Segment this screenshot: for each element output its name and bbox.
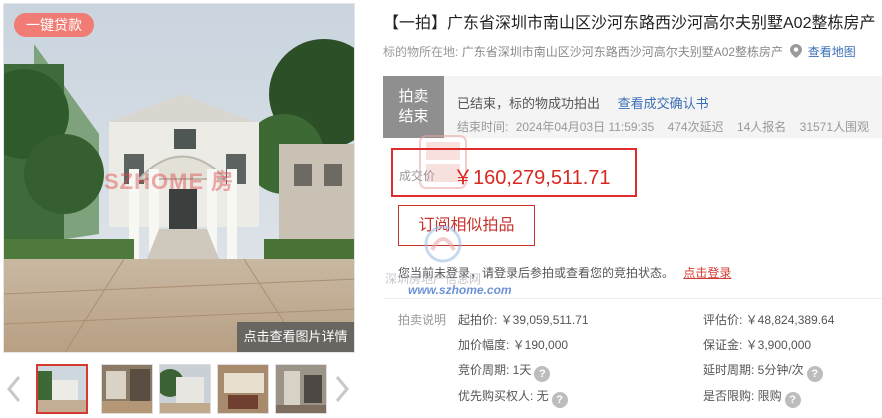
thumbnail-image [276,365,326,413]
thumbnail-3[interactable] [159,364,211,414]
main-photo[interactable]: SZHOME 房 一键贷款 点击查看图片详情 [3,3,355,353]
loan-badge[interactable]: 一键贷款 [14,13,94,37]
thumbnail-4[interactable] [217,364,269,414]
delay-count: 474次延迟 [667,120,724,134]
status-badge: 拍卖 结束 [383,76,444,138]
final-price-box: 成交价 ￥160,279,511.71 [391,148,637,197]
subscribe-similar-button[interactable]: 订阅相似拍品 [398,205,535,246]
deposit: 保证金: ￥3,900,000 [703,338,812,352]
purchase-restriction-row: 是否限购: 限购? [703,387,801,408]
status-text: 已结束，标的物成功拍出 [457,96,601,111]
thumbnail-image [102,365,152,413]
login-link[interactable]: 点击登录 [683,266,731,280]
auction-info-label: 拍卖说明 [398,313,447,327]
location-label: 标的物所在地: [383,45,459,59]
view-count: 31571人围观 [799,120,870,134]
map-pin-icon [790,44,803,58]
final-price-value: ￥160,279,511.71 [453,167,611,189]
priority-buyer: 优先购买权人: 无 [458,389,549,403]
end-time-label: 结束时间: [457,120,509,134]
location-address: 广东省深圳市南山区沙河东路西沙河高尔夫别墅A02整栋房产 [461,45,784,59]
watermark-url: www.szhome.com [408,283,512,297]
bidding-period: 竞价周期: 1天 [458,363,532,377]
signup-count: 14人报名 [736,120,787,134]
help-icon[interactable]: ? [534,366,551,382]
view-map-link[interactable]: 查看地图 [808,45,856,59]
bidding-period-row: 竞价周期: 1天? [458,361,551,382]
auction-status-panel: 拍卖 结束 已结束，标的物成功拍出 查看成交确认书 结束时间: 2024年04月… [383,76,882,138]
status-text-line: 已结束，标的物成功拍出 查看成交确认书 [457,93,709,112]
purchase-restricted: 是否限购: 限购 [703,389,782,403]
status-tag-line1: 拍卖 [398,88,429,105]
thumbnail-1[interactable] [36,364,88,414]
extension-period: 延时周期: 5分钟/次 [703,363,804,377]
location-line: 标的物所在地: 广东省深圳市南山区沙河东路西沙河高尔夫别墅A02整栋房产 查看地… [383,43,856,60]
view-photo-details-button[interactable]: 点击查看图片详情 [237,322,354,352]
help-icon[interactable]: ? [806,366,823,382]
priority-buyer-row: 优先购买权人: 无? [458,387,568,408]
final-price-label: 成交价 [399,169,436,183]
chevron-left-icon[interactable] [4,374,24,404]
thumbnail-strip [0,358,360,418]
appraisal-price: 评估价: ￥48,824,389.64 [703,313,835,327]
thumbnail-image [38,366,86,412]
thumbnail-image [218,365,268,413]
extension-period-row: 延时周期: 5分钟/次? [703,361,823,382]
help-icon[interactable]: ? [551,392,568,408]
photo-watermark: SZHOME 房 [104,169,235,194]
watermark-logo-icon [424,225,462,263]
page-title: 【一拍】广东省深圳市南山区沙河东路西沙河高尔夫别墅A02整栋房产 [383,15,876,32]
starting-price: 起拍价: ￥39,059,511.71 [458,313,589,327]
section-divider [383,298,882,299]
view-confirmation-link[interactable]: 查看成交确认书 [618,96,709,111]
status-tag-line2: 结束 [398,108,429,125]
thumbnail-5[interactable] [275,364,327,414]
auction-meta: 结束时间: 2024年04月03日 11:59:35 474次延迟 14人报名 … [457,118,879,135]
thumbnail-2[interactable] [101,364,153,414]
bid-increment: 加价幅度: ￥190,000 [458,338,569,352]
end-time: 2024年04月03日 11:59:35 [515,120,655,134]
thumbnail-image [160,365,210,413]
help-icon[interactable]: ? [784,392,801,408]
chevron-right-icon[interactable] [332,374,352,404]
